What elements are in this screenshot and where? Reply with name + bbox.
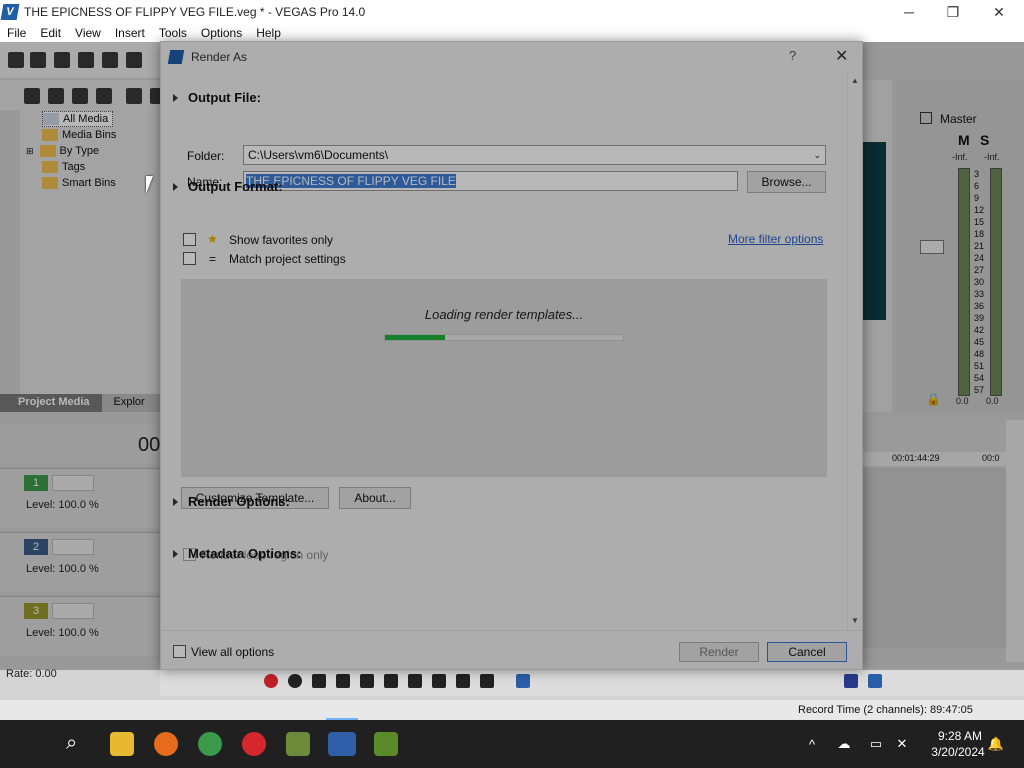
volume-muted-icon[interactable]: ✕	[894, 736, 910, 752]
mouse-cursor	[146, 176, 153, 194]
clock-time[interactable]: 9:28 AM	[934, 729, 986, 743]
play-button[interactable]	[336, 674, 350, 688]
progress-fill	[385, 335, 445, 340]
go-to-start-button[interactable]	[408, 674, 422, 688]
stop-button[interactable]	[384, 674, 398, 688]
name-input[interactable]: THE EPICNESS OF FLIPPY VEG FILE	[243, 171, 738, 191]
dialog-footer: View all options Render Cancel	[161, 630, 862, 669]
dialog-title-bar: Render As ? ✕	[161, 42, 862, 72]
dialog-body: Output File: Folder: C:\Users\vm6\Docume…	[161, 72, 847, 630]
go-to-end-button[interactable]	[432, 674, 446, 688]
output-file-section[interactable]: Output File:	[173, 90, 261, 105]
expand-triangle-icon	[173, 93, 178, 102]
menu-options[interactable]: Options	[194, 26, 249, 40]
record-time: Record Time (2 channels): 89:47:05	[798, 704, 973, 716]
next-frame-button[interactable]	[480, 674, 494, 688]
menu-help[interactable]: Help	[249, 26, 288, 40]
view-all-options-checkbox[interactable]	[173, 645, 186, 658]
close-window-button[interactable]: ✕	[976, 0, 1022, 24]
menu-file[interactable]: File	[0, 26, 33, 40]
match-project-label: Match project settings	[229, 252, 346, 266]
menu-insert[interactable]: Insert	[108, 26, 152, 40]
search-icon[interactable]: ⌕	[66, 732, 77, 755]
loading-progress-bar	[384, 334, 624, 341]
folder-label: Folder:	[187, 149, 225, 163]
expand-triangle-icon	[173, 497, 178, 506]
clock-date[interactable]: 3/20/2024	[924, 745, 992, 759]
normal-edit-tool-icon[interactable]	[516, 674, 530, 688]
output-format-section[interactable]: Output Format:	[173, 179, 283, 194]
minecraft-launcher-icon[interactable]	[374, 732, 398, 756]
menu-tools[interactable]: Tools	[152, 26, 194, 40]
transport-bar	[160, 668, 1024, 696]
auto-ripple-icon[interactable]	[868, 674, 882, 688]
menu-edit[interactable]: Edit	[33, 26, 68, 40]
record-button[interactable]	[264, 674, 278, 688]
metadata-options-section[interactable]: Metadata Options:	[173, 546, 301, 561]
dialog-title: Render As	[191, 50, 248, 64]
expand-triangle-icon	[173, 182, 178, 191]
chevron-down-icon[interactable]: ⌄	[813, 150, 821, 161]
prev-frame-button[interactable]	[456, 674, 470, 688]
menu-bar: File Edit View Insert Tools Options Help	[0, 24, 1024, 42]
menu-view[interactable]: View	[68, 26, 108, 40]
vegas-taskbar-icon[interactable]	[328, 732, 356, 756]
dialog-close-button[interactable]: ✕	[835, 46, 848, 66]
chevron-up-icon[interactable]: ^	[804, 736, 820, 752]
about-button[interactable]: About...	[339, 487, 411, 509]
notification-bell-icon[interactable]: 🔔	[988, 736, 1004, 752]
scroll-up-icon[interactable]: ▲	[851, 76, 859, 85]
render-templates-panel: Loading render templates...	[181, 279, 827, 477]
title-bar: V THE EPICNESS OF FLIPPY VEG FILE.veg * …	[0, 0, 1024, 24]
snapping-icon[interactable]	[844, 674, 858, 688]
pause-button[interactable]	[360, 674, 374, 688]
vegas-app-icon: V	[0, 4, 20, 20]
help-button[interactable]: ?	[789, 48, 796, 63]
opera-icon[interactable]	[242, 732, 266, 756]
loop-button[interactable]	[288, 674, 302, 688]
file-explorer-icon[interactable]	[110, 732, 134, 756]
browse-button[interactable]: Browse...	[747, 171, 826, 193]
equals-icon: =	[209, 252, 217, 266]
minecraft-icon[interactable]	[286, 732, 310, 756]
render-as-dialog: Render As ? ✕ Output File: Folder: C:\Us…	[160, 41, 863, 670]
display-icon[interactable]: ▭	[868, 736, 884, 752]
match-project-checkbox[interactable]	[183, 252, 196, 265]
cancel-button[interactable]: Cancel	[767, 642, 847, 662]
scroll-down-icon[interactable]: ▼	[851, 616, 859, 625]
active-app-indicator	[326, 718, 358, 720]
loading-text: Loading render templates...	[424, 307, 584, 322]
vegas-app-icon	[167, 50, 185, 64]
render-options-section[interactable]: Render Options:	[173, 494, 290, 509]
window-title: THE EPICNESS OF FLIPPY VEG FILE.veg * - …	[24, 5, 366, 19]
firefox-icon[interactable]	[154, 732, 178, 756]
dialog-scrollbar[interactable]: ▲ ▼	[847, 72, 862, 630]
show-favorites-checkbox[interactable]	[183, 233, 196, 246]
folder-combobox[interactable]: C:\Users\vm6\Documents\ ⌄	[243, 145, 826, 165]
chrome-icon[interactable]	[198, 732, 222, 756]
maximize-button[interactable]: ❐	[930, 0, 976, 24]
expand-triangle-icon	[173, 549, 178, 558]
star-icon: ★	[207, 232, 218, 246]
play-from-start-button[interactable]	[312, 674, 326, 688]
minimize-button[interactable]: ─	[886, 0, 932, 24]
folder-value: C:\Users\vm6\Documents\	[248, 148, 389, 162]
more-filter-options-link[interactable]: More filter options	[728, 232, 823, 246]
show-favorites-label: Show favorites only	[229, 233, 334, 247]
network-icon[interactable]: ☁	[836, 736, 852, 752]
render-button[interactable]: Render	[679, 642, 759, 662]
view-all-options-label: View all options	[191, 645, 275, 659]
